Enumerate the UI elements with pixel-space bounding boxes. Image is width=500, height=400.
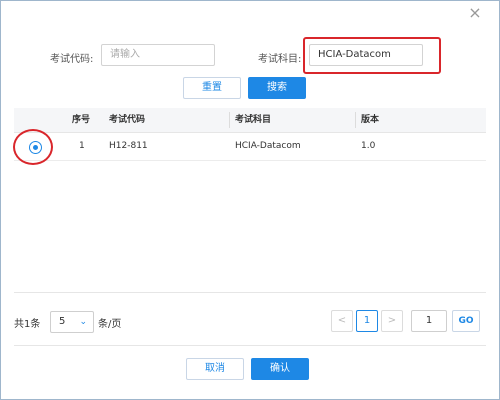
reset-button[interactable]: 重置	[183, 77, 241, 99]
close-icon[interactable]: ×	[466, 4, 484, 22]
column-header-index: 序号	[72, 115, 91, 125]
column-separator	[229, 112, 230, 128]
page-button-current[interactable]: 1	[356, 310, 378, 332]
row-subject: HCIA-Datacom	[235, 141, 301, 151]
column-header-subject: 考试科目	[235, 115, 272, 125]
column-header-code: 考试代码	[109, 115, 146, 125]
confirm-button[interactable]: 确认	[251, 358, 309, 380]
footer-divider	[14, 345, 486, 346]
prev-page-button[interactable]: <	[331, 310, 353, 332]
table-bottom-divider	[14, 292, 486, 293]
page-size-select[interactable]: 5 ⌄	[50, 311, 94, 333]
cancel-button[interactable]: 取消	[186, 358, 244, 380]
row-index: 1	[79, 141, 85, 151]
table-header: 序号 考试代码 考试科目 版本	[14, 108, 486, 133]
table-row[interactable]: 1 H12-811 HCIA-Datacom 1.0	[14, 133, 486, 161]
subject-label: 考试科目:	[258, 54, 302, 65]
column-separator	[355, 112, 356, 128]
goto-page-input[interactable]: 1	[411, 310, 447, 332]
search-button[interactable]: 搜索	[248, 77, 306, 99]
page-size-suffix: 条/页	[98, 319, 122, 330]
exam-code-label: 考试代码:	[50, 54, 94, 65]
next-page-button[interactable]: >	[381, 310, 403, 332]
highlight-box	[303, 37, 441, 74]
exam-code-input[interactable]: 请输入	[101, 44, 215, 66]
row-code: H12-811	[109, 141, 148, 151]
highlight-circle	[13, 129, 53, 165]
row-version: 1.0	[361, 141, 376, 151]
total-count: 共1条	[14, 319, 41, 330]
column-header-version: 版本	[361, 115, 380, 125]
chevron-down-icon: ⌄	[79, 317, 87, 327]
page-size-value: 5	[59, 316, 66, 327]
go-button[interactable]: GO	[452, 310, 480, 332]
